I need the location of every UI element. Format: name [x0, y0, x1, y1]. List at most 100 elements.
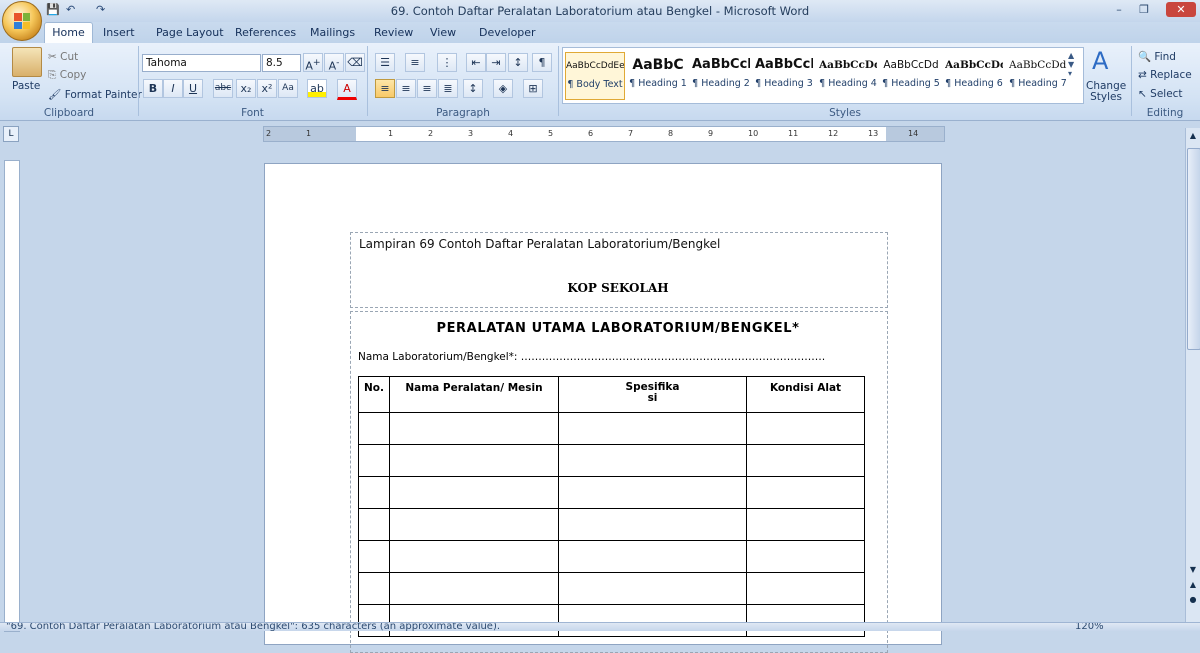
font-size-select[interactable]: 8.5	[262, 54, 301, 72]
style-heading-1[interactable]: AaBbC ¶ Heading 1	[629, 52, 687, 98]
document-page[interactable]: Lampiran 69 Contoh Daftar Peralatan Labo…	[264, 163, 942, 653]
sort-icon[interactable]: ↕	[508, 53, 528, 72]
tab-view[interactable]: View	[430, 26, 456, 39]
table-cell[interactable]	[746, 508, 865, 541]
underline-icon[interactable]: U	[183, 79, 203, 98]
paste-button[interactable]: Paste	[12, 80, 40, 92]
bullets-icon[interactable]: ☰	[375, 53, 395, 72]
tab-developer[interactable]: Developer	[479, 26, 536, 39]
style-heading-4[interactable]: AaBbCcDd ¶ Heading 4	[819, 52, 877, 98]
table-cell[interactable]	[558, 412, 747, 445]
tab-mailings[interactable]: Mailings	[310, 26, 355, 39]
scroll-up-icon[interactable]: ▲	[1187, 131, 1199, 145]
grow-font-icon[interactable]: A+	[303, 53, 323, 73]
table-cell[interactable]	[358, 508, 390, 541]
align-center-icon[interactable]: ≡	[396, 79, 416, 98]
table-row	[358, 508, 865, 541]
ruler-tick: 2	[428, 129, 434, 138]
line-spacing-icon[interactable]: ↕	[463, 79, 483, 98]
table-cell[interactable]	[746, 444, 865, 477]
table-cell[interactable]	[746, 476, 865, 509]
highlight-icon[interactable]: ab	[307, 79, 327, 98]
select-button[interactable]: Select	[1150, 88, 1182, 100]
table-cell[interactable]	[558, 540, 747, 573]
clear-formatting-icon[interactable]: ⌫	[345, 53, 365, 72]
scroll-down-icon[interactable]: ▼ ▲ ●	[1187, 562, 1199, 607]
numbering-icon[interactable]: ≡	[405, 53, 425, 72]
subscript-icon[interactable]: x₂	[236, 79, 256, 98]
table-cell[interactable]	[746, 572, 865, 605]
tab-home[interactable]: Home	[44, 22, 93, 44]
table-cell[interactable]	[358, 540, 390, 573]
table-cell[interactable]	[389, 508, 559, 541]
table-cell[interactable]	[389, 572, 559, 605]
shrink-font-icon[interactable]: A-	[324, 53, 344, 73]
table-cell[interactable]	[389, 476, 559, 509]
vertical-scrollbar[interactable]: ▲ ▼ ▲ ●	[1185, 128, 1200, 630]
strikethrough-icon[interactable]: abc	[213, 79, 233, 98]
style-name: ¶ Body Text	[567, 79, 623, 90]
styles-scroll-icon[interactable]: ▲ ▼ ▾	[1068, 51, 1080, 78]
show-formatting-icon[interactable]: ¶	[532, 53, 552, 72]
table-cell[interactable]	[389, 540, 559, 573]
table-cell[interactable]	[389, 444, 559, 477]
tab-review[interactable]: Review	[374, 26, 413, 39]
table-cell[interactable]	[358, 412, 390, 445]
borders-icon[interactable]: ⊞	[523, 79, 543, 98]
copy-button[interactable]: Copy	[60, 69, 87, 81]
table-cell[interactable]	[558, 476, 747, 509]
close-button[interactable]: ✕	[1166, 2, 1196, 17]
tab-page-layout[interactable]: Page Layout	[156, 26, 224, 39]
table-cell[interactable]	[558, 604, 747, 637]
style-heading-6[interactable]: AaBbCcDdI ¶ Heading 6	[945, 52, 1003, 98]
tab-references[interactable]: References	[235, 26, 296, 39]
align-right-icon[interactable]: ≡	[417, 79, 437, 98]
horizontal-ruler[interactable]: 2 1 1 2 3 4 5 6 7 8 9 10 11 12 13 14	[263, 126, 945, 142]
cut-button[interactable]: Cut	[60, 51, 78, 63]
align-left-icon[interactable]: ≡	[375, 79, 395, 98]
font-family-select[interactable]: Tahoma	[142, 54, 261, 72]
increase-indent-icon[interactable]: ⇥	[486, 53, 506, 72]
tab-selector-icon[interactable]: L	[3, 126, 19, 142]
justify-icon[interactable]: ≣	[438, 79, 458, 98]
style-preview: AaBbCcDdI	[1009, 59, 1067, 71]
style-body-text[interactable]: AaBbCcDdEe ¶ Body Text	[565, 52, 625, 100]
replace-button[interactable]: Replace	[1150, 69, 1192, 81]
vertical-ruler[interactable]	[4, 160, 20, 632]
table-cell[interactable]	[558, 444, 747, 477]
tab-insert[interactable]: Insert	[103, 26, 135, 39]
font-color-icon[interactable]: A	[337, 79, 357, 100]
table-cell[interactable]	[389, 604, 559, 637]
style-preview: AaBbCcDdEe	[566, 61, 624, 71]
restore-button[interactable]: ❐	[1133, 2, 1155, 17]
minimize-button[interactable]: –	[1108, 2, 1130, 17]
table-cell[interactable]	[746, 540, 865, 573]
format-painter-button[interactable]: Format Painter	[65, 89, 142, 101]
table-cell[interactable]	[358, 572, 390, 605]
table-cell[interactable]	[558, 572, 747, 605]
table-cell[interactable]	[746, 412, 865, 445]
style-heading-7[interactable]: AaBbCcDdI ¶ Heading 7	[1009, 52, 1067, 98]
table-cell[interactable]	[358, 604, 390, 637]
superscript-icon[interactable]: x²	[257, 79, 277, 98]
office-button[interactable]	[2, 1, 42, 41]
style-heading-5[interactable]: AaBbCcDd ¶ Heading 5	[882, 52, 940, 98]
table-cell[interactable]	[558, 508, 747, 541]
table-cell[interactable]	[358, 444, 390, 477]
office-logo-icon	[14, 13, 30, 29]
style-heading-2[interactable]: AaBbCcl ¶ Heading 2	[692, 52, 750, 98]
table-row	[358, 604, 865, 637]
scroll-thumb[interactable]	[1187, 148, 1200, 350]
change-styles-button[interactable]: Change Styles	[1086, 81, 1126, 103]
table-cell[interactable]	[389, 412, 559, 445]
table-cell[interactable]	[746, 604, 865, 637]
italic-icon[interactable]: I	[163, 79, 183, 98]
table-cell[interactable]	[358, 476, 390, 509]
multilevel-list-icon[interactable]: ⋮	[437, 53, 457, 72]
change-case-icon[interactable]: Aa	[278, 79, 298, 98]
bold-icon[interactable]: B	[143, 79, 163, 98]
decrease-indent-icon[interactable]: ⇤	[466, 53, 486, 72]
style-heading-3[interactable]: AaBbCcI ¶ Heading 3	[755, 52, 813, 98]
find-button[interactable]: Find	[1154, 51, 1176, 63]
shading-icon[interactable]: ◈	[493, 79, 513, 98]
